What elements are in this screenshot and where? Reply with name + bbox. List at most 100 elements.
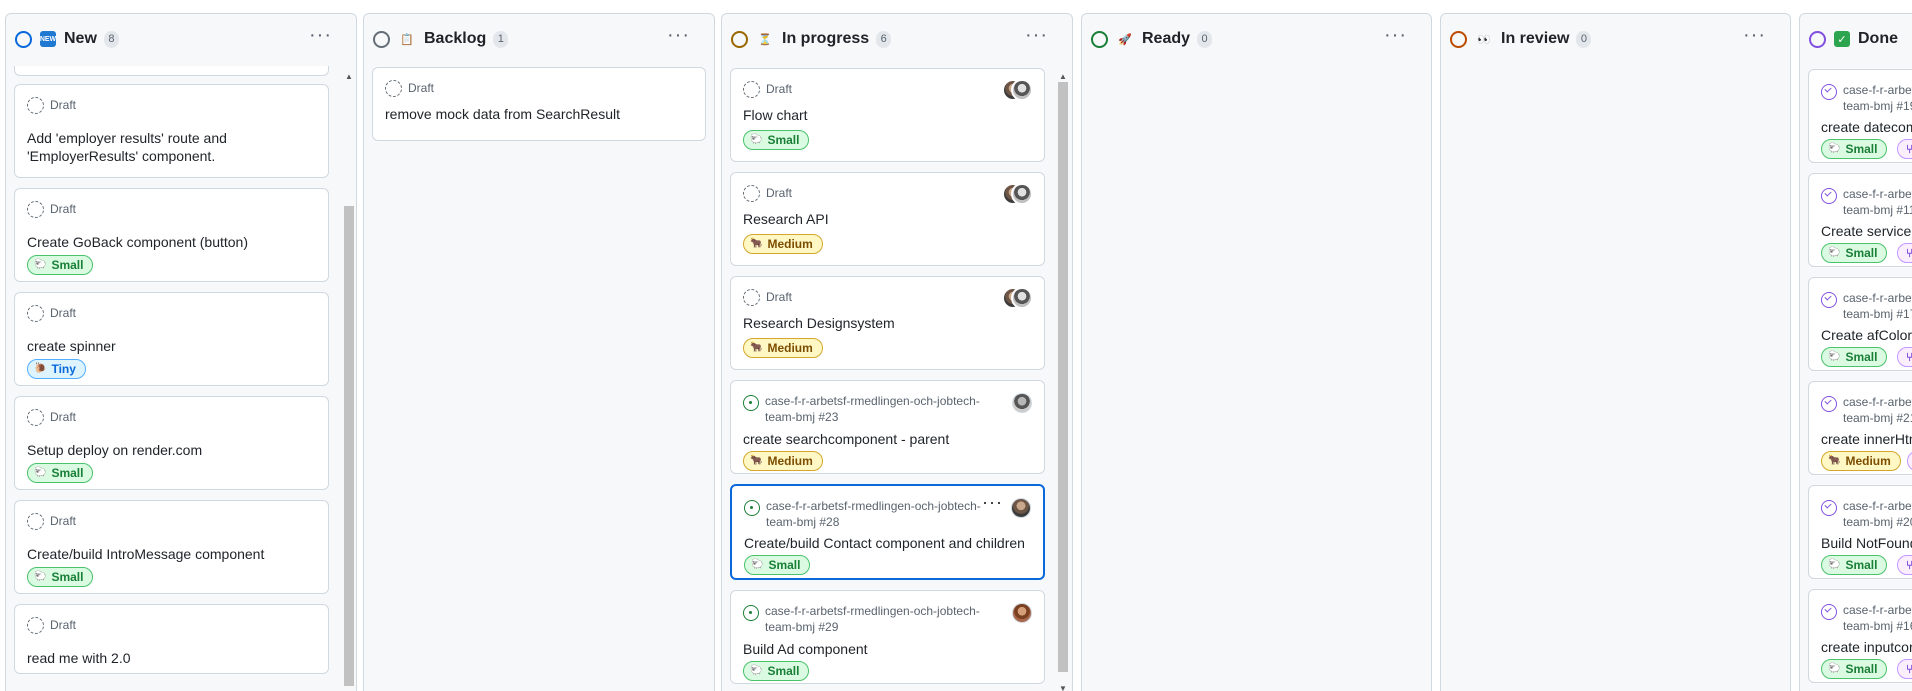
card-repo[interactable]: case-f-r-arbetsf-rmedlingen-och-jobtech-… (765, 603, 1005, 635)
assignee-avatars[interactable] (1002, 79, 1033, 101)
size-label[interactable]: 🐑 Small (744, 555, 811, 575)
card[interactable]: case-f-r-arbet team-bmj #21 create innerH… (1808, 381, 1912, 475)
column-scrollbar[interactable]: ▲ ▼ (344, 66, 354, 691)
size-label[interactable]: 🐂 Medium (743, 451, 823, 471)
card-repo[interactable]: case-f-r-arbet team-bmj #20 (1843, 498, 1912, 530)
size-label[interactable]: 🐑 Small (1821, 243, 1888, 263)
card-title[interactable]: Build Ad component (743, 640, 868, 658)
column-menu-icon[interactable]: ··· (309, 25, 332, 45)
size-label[interactable]: 🐂 Medium (743, 234, 823, 254)
card[interactable]: Draft Create GoBack component (button) 🐑… (14, 188, 329, 282)
scroll-up-arrow-icon[interactable]: ▲ (1059, 72, 1067, 81)
card[interactable]: Draft remove mock data from SearchResult (372, 67, 706, 141)
card-repo[interactable]: case-f-r-arbet team-bmj #19 (1843, 82, 1912, 114)
card[interactable]: case-f-r-arbet team-bmj #19 create dateco… (1808, 69, 1912, 163)
card-meta: Draft (50, 514, 77, 528)
size-label[interactable]: 🐑 Small (1821, 555, 1888, 575)
sheep-icon: 🐑 (34, 259, 47, 270)
column-menu-icon[interactable]: ··· (1025, 25, 1048, 45)
column-scrollbar[interactable]: ▲ ▼ (1058, 66, 1068, 691)
card[interactable]: Draft Setup deploy on render.com 🐑 Small (14, 396, 329, 490)
draft-icon (27, 305, 44, 322)
scroll-up-arrow-icon[interactable]: ▲ (345, 72, 353, 81)
column-menu-icon[interactable]: ··· (667, 25, 690, 45)
card-title[interactable]: Create/build IntroMessage component (27, 545, 264, 563)
partial-card[interactable] (14, 66, 329, 76)
card-title[interactable]: create inputcor (1821, 638, 1912, 656)
size-label[interactable]: 🐂 Medium (743, 338, 823, 358)
card-title[interactable]: Create GoBack component (button) (27, 233, 248, 251)
size-label[interactable]: 🐑 Small (1821, 139, 1888, 159)
size-label[interactable]: 🐂 Medium (1821, 451, 1901, 471)
size-label[interactable]: 🐑 Small (743, 130, 810, 150)
linked-pr-label[interactable]: ⑂ (1897, 347, 1912, 367)
card-title[interactable]: create innerHtm (1821, 430, 1912, 448)
column-menu-icon[interactable]: ··· (1384, 25, 1407, 45)
card[interactable]: Draft read me with 2.0 (14, 604, 329, 674)
card[interactable]: Draft Flow chart 🐑 Small (730, 68, 1045, 162)
sheep-icon: 🐑 (1828, 663, 1841, 674)
scroll-down-arrow-icon[interactable]: ▼ (1059, 684, 1067, 691)
linked-pr-label[interactable]: ⑂ (1897, 659, 1912, 679)
linked-pr-label[interactable]: ⑂ (1897, 555, 1912, 575)
card[interactable]: Draft Research Designsystem 🐂 Medium (730, 276, 1045, 370)
scroll-thumb[interactable] (1058, 82, 1068, 672)
linked-pr-label[interactable]: ⑂ (1907, 451, 1912, 471)
column-menu-icon[interactable]: ··· (1743, 25, 1766, 45)
card-repo[interactable]: case-f-r-arbetsf-rmedlingen-och-jobtech-… (766, 498, 1006, 530)
linked-pr-label[interactable]: ⑂ (1897, 243, 1912, 263)
card[interactable]: case-f-r-arbet team-bmj #16 create inputc… (1808, 589, 1912, 683)
size-label[interactable]: 🐑 Small (27, 463, 94, 483)
card[interactable]: Draft Research API 🐂 Medium (730, 172, 1045, 266)
size-label[interactable]: 🐑 Small (743, 661, 810, 681)
size-label[interactable]: 🐑 Small (1821, 347, 1888, 367)
sheep-icon: 🐑 (1828, 351, 1841, 362)
card-title[interactable]: read me with 2.0 (27, 649, 131, 667)
card-meta: Draft (50, 618, 77, 632)
card-title[interactable]: remove mock data from SearchResult (385, 105, 620, 123)
card-selected[interactable]: case-f-r-arbetsf-rmedlingen-och-jobtech-… (730, 484, 1045, 580)
card-repo[interactable]: case-f-r-arbetsf-rmedlingen-och-jobtech-… (765, 393, 1005, 425)
card-title[interactable]: Research Designsystem (743, 314, 895, 332)
card-repo[interactable]: case-f-r-arbet team-bmj #16 (1843, 602, 1912, 634)
size-label[interactable]: 🐑 Small (27, 255, 94, 275)
draft-icon (27, 409, 44, 426)
card-title[interactable]: Build NotFound (1821, 534, 1912, 552)
card-title[interactable]: Create afColorF (1821, 326, 1912, 344)
card-title[interactable]: Create service (1821, 222, 1911, 240)
card[interactable]: case-f-r-arbet team-bmj #20 Build NotFoun… (1808, 485, 1912, 579)
card-title[interactable]: Setup deploy on render.com (27, 441, 202, 459)
card-title[interactable]: Flow chart (743, 106, 808, 124)
card-title[interactable]: Add 'employer results' route and 'Employ… (27, 129, 227, 165)
card-title[interactable]: Create/build Contact component and child… (744, 534, 1025, 552)
card[interactable]: Draft create spinner 🐌 Tiny (14, 292, 329, 386)
card[interactable]: case-f-r-arbetsf-rmedlingen-och-jobtech-… (730, 590, 1045, 684)
draft-icon (27, 617, 44, 634)
card-title[interactable]: create searchcomponent - parent (743, 430, 949, 448)
card[interactable]: Draft Create/build IntroMessage componen… (14, 500, 329, 594)
card-meta: Draft (766, 82, 793, 96)
card-menu-icon[interactable]: ··· (982, 493, 1003, 511)
card[interactable]: case-f-r-arbet team-bmj #11 Create servic… (1808, 173, 1912, 267)
card[interactable]: case-f-r-arbetsf-rmedlingen-och-jobtech-… (730, 380, 1045, 474)
card-title[interactable]: create datecom (1821, 118, 1912, 136)
size-label[interactable]: 🐌 Tiny (27, 359, 86, 379)
linked-pr-label[interactable]: ⑂ (1897, 139, 1912, 159)
assignee-avatars[interactable] (1002, 287, 1033, 309)
assignee-avatars[interactable] (1002, 183, 1033, 205)
card-title[interactable]: Research API (743, 210, 829, 228)
card-title[interactable]: create spinner (27, 337, 116, 355)
card-repo[interactable]: case-f-r-arbet team-bmj #21 (1843, 394, 1912, 426)
size-label[interactable]: 🐑 Small (27, 567, 94, 587)
avatar[interactable] (1012, 393, 1032, 413)
card-repo[interactable]: case-f-r-arbet team-bmj #17 (1843, 290, 1912, 322)
size-label[interactable]: 🐑 Small (1821, 659, 1888, 679)
scroll-thumb[interactable] (344, 206, 354, 686)
clipboard-icon: 📋 (400, 33, 414, 46)
eyes-icon: 👀 (1477, 33, 1491, 46)
avatar[interactable] (1012, 603, 1032, 623)
avatar[interactable] (1011, 498, 1031, 518)
card[interactable]: case-f-r-arbet team-bmj #17 Create afColo… (1808, 277, 1912, 371)
card[interactable]: Draft Add 'employer results' route and '… (14, 84, 329, 178)
card-repo[interactable]: case-f-r-arbet team-bmj #11 (1843, 186, 1912, 218)
